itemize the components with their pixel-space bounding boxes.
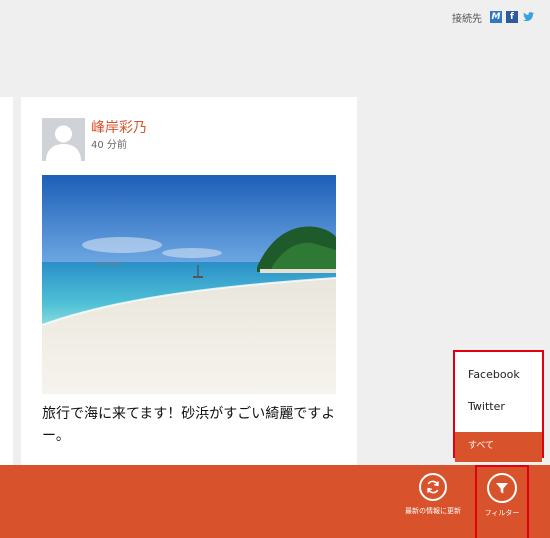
app-bar: 最新の情報に更新 フィルター <box>0 465 550 538</box>
post-author[interactable]: 峰岸彩乃 <box>91 117 147 137</box>
filter-icon <box>487 473 517 503</box>
refresh-label: 最新の情報に更新 <box>405 507 461 515</box>
filter-item-twitter[interactable]: Twitter <box>455 396 542 428</box>
filter-label: フィルター <box>484 509 520 517</box>
connected-services: 接続先 M f <box>452 10 534 25</box>
beach-photo[interactable] <box>42 175 336 394</box>
refresh-button[interactable]: 最新の情報に更新 <box>404 473 462 516</box>
twitter-icon[interactable] <box>522 11 534 23</box>
filter-item-facebook[interactable]: Facebook <box>455 364 542 396</box>
post-time: 40 分前 <box>91 140 127 151</box>
filter-menu: Facebook Twitter すべて <box>453 350 544 462</box>
avatar <box>42 118 85 161</box>
messenger-icon[interactable]: M <box>490 11 502 23</box>
connect-label: 接続先 <box>452 13 482 25</box>
previous-post-card[interactable] <box>0 97 13 465</box>
filter-button[interactable]: フィルター <box>475 465 529 538</box>
post-text: 旅行で海に来てます！砂浜がすごい綺麗ですよー。 <box>42 406 336 444</box>
post-card[interactable]: 峰岸彩乃 40 分前 旅行で海に来てます！砂浜がすごい綺麗ですよー。 <box>21 97 357 465</box>
refresh-icon <box>419 473 447 501</box>
facebook-icon[interactable]: f <box>506 11 518 23</box>
filter-item-all[interactable]: すべて <box>455 432 542 462</box>
